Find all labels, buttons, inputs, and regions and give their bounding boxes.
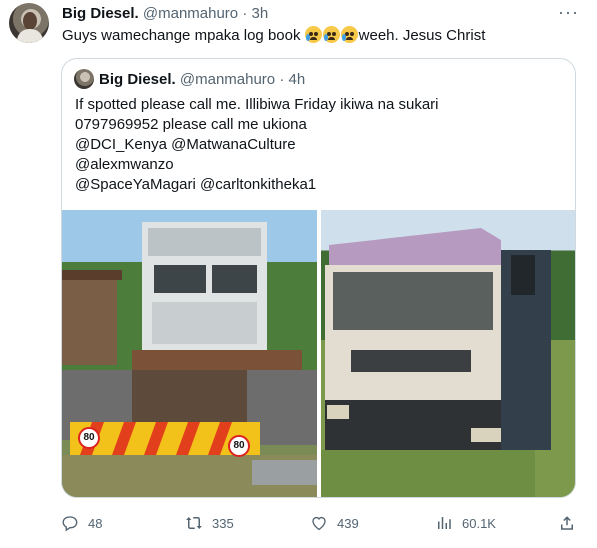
author-name[interactable]: Big Diesel. (62, 5, 139, 22)
more-options-icon[interactable]: ··· (558, 2, 579, 23)
quoted-text-line: @alexmwanzo (75, 156, 174, 173)
tweet[interactable]: Big Diesel. @manmahuro · 3h ··· Guys wam… (0, 0, 597, 548)
repost-icon (186, 517, 202, 529)
tweet-actions: 48 335 439 60.1K (61, 514, 581, 534)
tweet-text-end: weeh. Jesus Christ (358, 27, 486, 44)
repost-button[interactable]: 335 (185, 514, 234, 532)
speed-limit-marker: 80 (228, 435, 250, 457)
quoted-author-avatar (74, 69, 94, 89)
crying-face-icon (340, 26, 358, 43)
truck-front-cab-photo[interactable] (321, 210, 575, 497)
tweet-text-start: Guys wamechange mpaka log book (62, 27, 305, 44)
crying-face-icon (304, 26, 322, 43)
tweet-text: Guys wamechange mpaka log book weeh. Jes… (62, 26, 485, 46)
views-button[interactable]: 60.1K (435, 514, 496, 532)
share-icon (561, 516, 573, 530)
share-button[interactable] (558, 514, 585, 532)
quoted-author-handle: @manmahuro (179, 71, 276, 88)
quoted-tweet[interactable]: Big Diesel. @manmahuro · 4h If spotted p… (61, 58, 576, 498)
quoted-author-name: Big Diesel. (99, 71, 176, 88)
reply-button[interactable]: 48 (61, 514, 102, 532)
reply-count: 48 (88, 515, 103, 531)
reply-icon (62, 516, 78, 532)
like-count: 439 (337, 515, 359, 531)
author-handle[interactable]: @manmahuro (143, 5, 238, 22)
quoted-tweet-header: Big Diesel. @manmahuro · 4h (99, 71, 305, 89)
quoted-text-line: 0797969952 please call me ukiona (75, 116, 307, 133)
crying-face-icon (322, 26, 340, 43)
speed-limit-marker: 80 (78, 427, 100, 449)
analytics-icon (438, 517, 451, 529)
view-count: 60.1K (462, 515, 496, 531)
repost-count: 335 (212, 515, 234, 531)
heart-icon (312, 516, 326, 531)
tweet-time[interactable]: 3h (252, 5, 269, 22)
quoted-tweet-text: If spotted please call me. Illibiwa Frid… (75, 95, 439, 195)
quoted-text-line: If spotted please call me. Illibiwa Frid… (75, 96, 439, 113)
quoted-text-line: @DCI_Kenya @MatwanaCulture (75, 136, 296, 153)
separator: · (242, 5, 248, 22)
quoted-text-line: @SpaceYaMagari @carltonkitheka1 (75, 176, 317, 193)
truck-rear-chassis-photo[interactable]: 80 80 (62, 210, 317, 497)
author-avatar[interactable] (9, 3, 49, 43)
quoted-tweet-time: 4h (288, 71, 306, 88)
like-button[interactable]: 439 (310, 514, 359, 532)
tweet-header: Big Diesel. @manmahuro · 3h (62, 5, 268, 23)
separator: · (279, 71, 285, 88)
